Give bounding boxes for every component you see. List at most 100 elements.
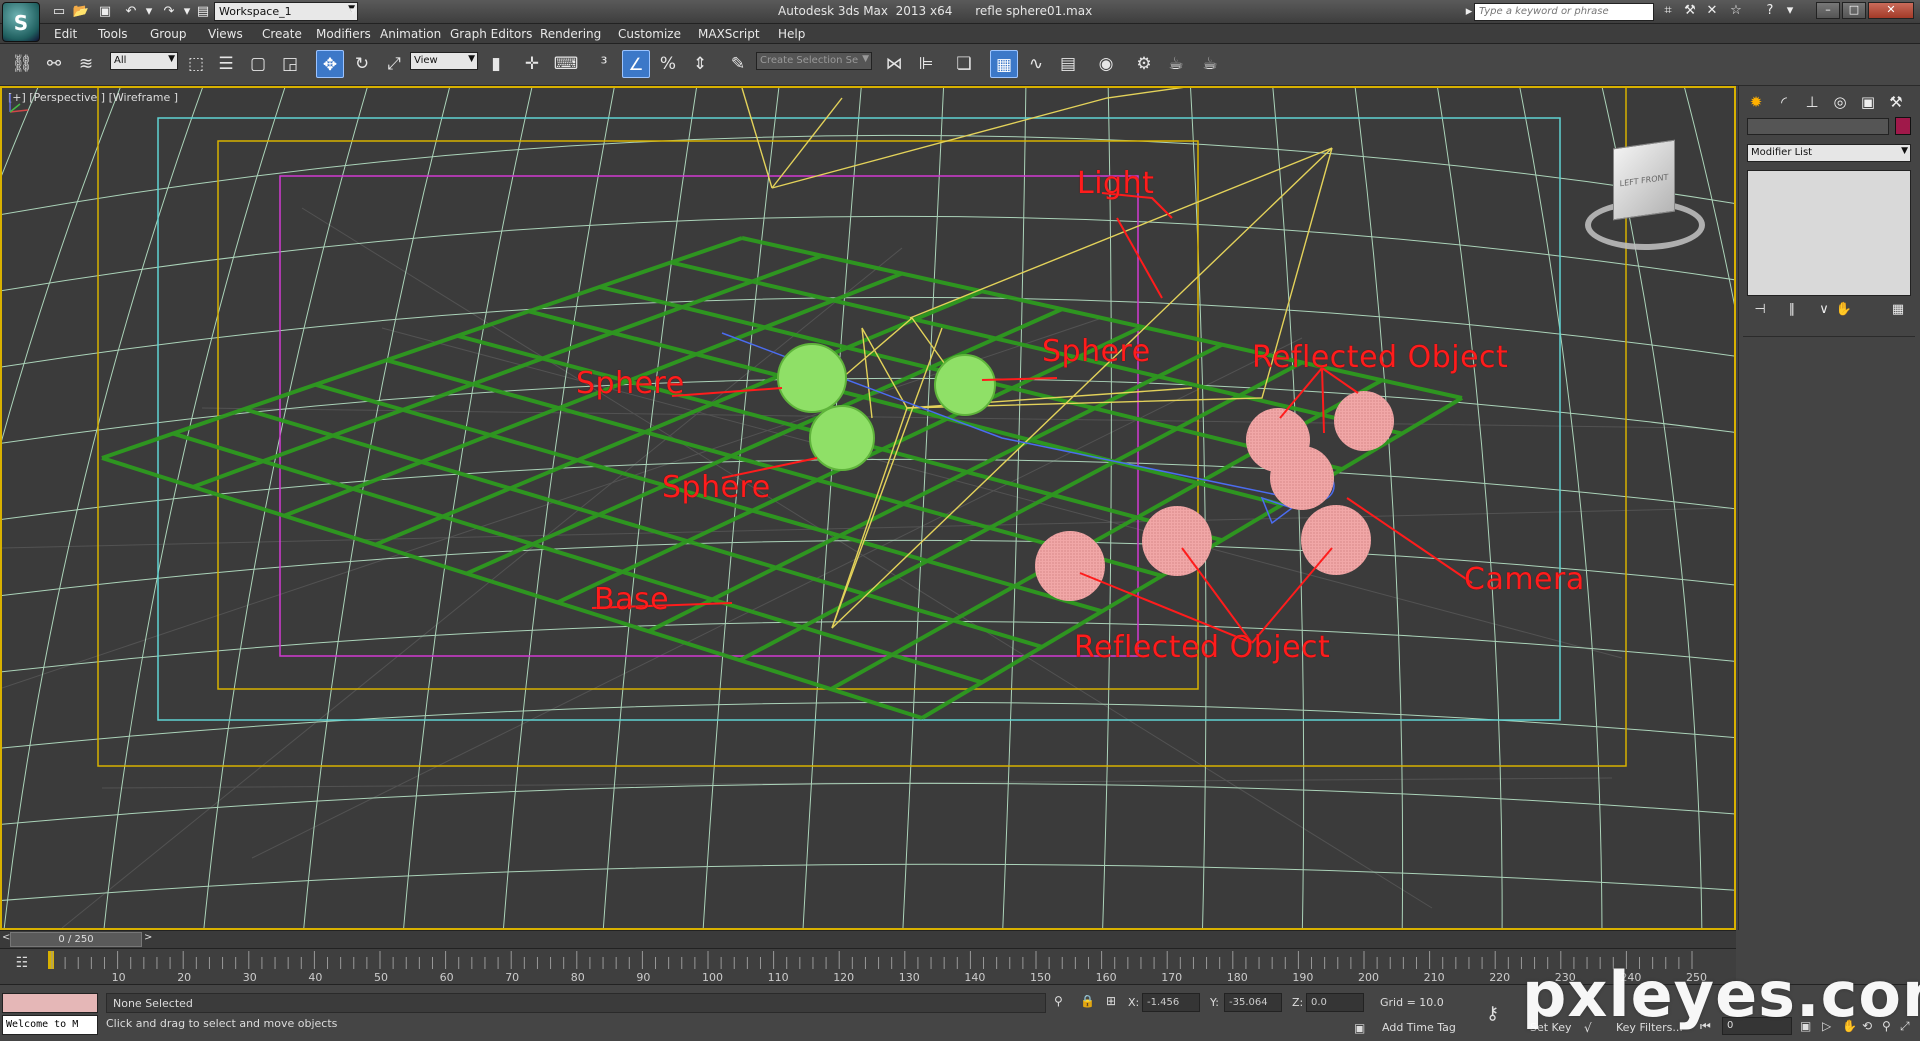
- y-coordinate-field[interactable]: -35.064: [1224, 993, 1282, 1012]
- select-object-icon[interactable]: ⬚: [182, 50, 210, 78]
- modifier-list-dropdown[interactable]: Modifier List ▼: [1747, 144, 1911, 162]
- menu-rendering[interactable]: Rendering: [540, 27, 601, 41]
- workspace-dropdown[interactable]: Workspace_1 ▼: [214, 2, 358, 21]
- undo-icon[interactable]: ↶: [122, 3, 140, 20]
- pivot-center-icon[interactable]: ▮: [482, 50, 510, 78]
- modifier-stack-list[interactable]: [1747, 170, 1911, 296]
- percent-snap-icon[interactable]: %: [654, 50, 682, 78]
- viewcube[interactable]: LEFT FRONT: [1580, 139, 1710, 254]
- project-folder-icon[interactable]: ▤: [194, 3, 212, 20]
- communication-icon[interactable]: ✕: [1702, 3, 1722, 21]
- graphite-ribbon-icon[interactable]: ▦: [990, 50, 1018, 78]
- named-selection-set-dropdown[interactable]: Create Selection Se ▼: [756, 52, 872, 70]
- perspective-viewport[interactable]: [+] [Perspective ] [Wireframe ] Light Sp…: [0, 86, 1736, 930]
- set-key-icon[interactable]: ⚷: [1486, 1003, 1499, 1024]
- mirror-icon[interactable]: ⋈: [880, 50, 908, 78]
- next-frame-arrow-icon[interactable]: >: [144, 932, 152, 943]
- schematic-view-icon[interactable]: ▤: [1054, 50, 1082, 78]
- redo-icon[interactable]: ↷: [160, 3, 178, 20]
- select-and-move-icon[interactable]: ✥: [316, 50, 344, 78]
- rectangular-selection-icon[interactable]: ▢: [244, 50, 272, 78]
- angle-snap-icon[interactable]: ∠: [622, 50, 650, 78]
- modify-tab-icon[interactable]: ◜: [1771, 90, 1797, 114]
- chevron-down-icon: ▼: [1901, 146, 1908, 156]
- menu-maxscript[interactable]: MAXScript: [698, 27, 760, 41]
- maxscript-mini-listener[interactable]: Welcome to M: [2, 1015, 98, 1035]
- unlink-icon[interactable]: ⚯: [40, 50, 68, 78]
- viewcube-box[interactable]: LEFT FRONT: [1613, 139, 1675, 221]
- maximize-button[interactable]: □: [1842, 2, 1866, 19]
- menu-views[interactable]: Views: [208, 27, 243, 41]
- save-file-icon[interactable]: ▣: [96, 3, 114, 20]
- menu-group[interactable]: Group: [150, 27, 187, 41]
- close-button[interactable]: ✕: [1868, 2, 1914, 19]
- motion-tab-icon[interactable]: ◎: [1827, 90, 1853, 114]
- favorites-star-icon[interactable]: ☆: [1726, 3, 1746, 21]
- hierarchy-tab-icon[interactable]: ⊥: [1799, 90, 1825, 114]
- render-setup-icon[interactable]: ⚙: [1130, 50, 1158, 78]
- curve-editor-icon[interactable]: ∿: [1022, 50, 1050, 78]
- search-input[interactable]: Type a keyword or phrase: [1474, 3, 1654, 21]
- utilities-tab-icon[interactable]: ⚒: [1883, 90, 1909, 114]
- z-coordinate-field[interactable]: 0.0: [1306, 993, 1364, 1012]
- absolute-mode-icon[interactable]: ⊞: [1106, 994, 1116, 1008]
- reference-coordinate-dropdown[interactable]: View ▼: [410, 52, 478, 70]
- rendered-frame-window-icon[interactable]: ☕: [1162, 50, 1190, 78]
- snaps-toggle-icon[interactable]: ³: [590, 50, 618, 78]
- render-production-icon[interactable]: ☕: [1196, 50, 1224, 78]
- help-icon[interactable]: ?: [1760, 3, 1780, 21]
- minimize-button[interactable]: –: [1816, 2, 1840, 19]
- open-file-icon[interactable]: 📂: [72, 3, 90, 20]
- new-file-icon[interactable]: ▭: [50, 3, 68, 20]
- app-logo-button[interactable]: S: [2, 2, 40, 42]
- menu-edit[interactable]: Edit: [54, 27, 77, 41]
- time-slider-thumb[interactable]: 0 / 250: [10, 932, 142, 947]
- pin-stack-icon[interactable]: ⊣: [1749, 302, 1771, 322]
- link-icon[interactable]: ⛓: [8, 50, 36, 78]
- make-unique-icon[interactable]: ∨: [1813, 302, 1835, 322]
- select-by-name-icon[interactable]: ☰: [212, 50, 240, 78]
- object-name-input[interactable]: [1747, 118, 1889, 135]
- binoculars-icon[interactable]: ⌗: [1658, 3, 1678, 21]
- subscription-icon[interactable]: ⚒: [1680, 3, 1700, 21]
- menu-create[interactable]: Create: [262, 27, 302, 41]
- create-tab-icon[interactable]: ✹: [1743, 90, 1769, 114]
- frame-tick-label: 70: [505, 971, 519, 984]
- track-bar[interactable]: ☷ 10 20 30 40 50 60 70 80 90 100 110 120 130 140 150 16…: [0, 948, 1736, 984]
- show-end-result-icon[interactable]: ∥: [1781, 302, 1803, 322]
- undo-dropdown-icon[interactable]: ▾: [140, 3, 158, 20]
- spinner-snap-icon[interactable]: ⇕: [686, 50, 714, 78]
- window-crossing-icon[interactable]: ◲: [276, 50, 304, 78]
- menu-help[interactable]: Help: [778, 27, 805, 41]
- time-slider[interactable]: < 0 / 250 >: [0, 930, 1736, 948]
- selection-lock-icon[interactable]: 🔒: [1080, 994, 1095, 1008]
- manipulate-icon[interactable]: ✛: [518, 50, 546, 78]
- object-color-swatch[interactable]: [1895, 117, 1911, 135]
- help-dropdown-icon[interactable]: ▾: [1780, 3, 1800, 21]
- quick-access-dropdown-icon[interactable]: ▾: [344, 3, 362, 20]
- layer-manager-icon[interactable]: ❏: [950, 50, 978, 78]
- add-time-tag-button[interactable]: Add Time Tag: [1382, 1021, 1456, 1034]
- menu-customize[interactable]: Customize: [618, 27, 681, 41]
- select-and-scale-icon[interactable]: ⤢: [380, 50, 408, 78]
- x-coordinate-field[interactable]: -1.456: [1142, 993, 1200, 1012]
- maxscript-listener-output[interactable]: [2, 993, 98, 1013]
- material-editor-icon[interactable]: ◉: [1092, 50, 1120, 78]
- menu-animation[interactable]: Animation: [380, 27, 441, 41]
- isolate-selection-icon[interactable]: ⚲: [1054, 994, 1063, 1008]
- configure-modifier-sets-icon[interactable]: ▦: [1887, 302, 1909, 322]
- edit-named-selection-icon[interactable]: ✎: [724, 50, 752, 78]
- display-tab-icon[interactable]: ▣: [1855, 90, 1881, 114]
- selection-filter-dropdown[interactable]: All ▼: [110, 52, 178, 70]
- menu-graph-editors[interactable]: Graph Editors: [450, 27, 532, 41]
- menu-tools[interactable]: Tools: [98, 27, 128, 41]
- remove-modifier-icon[interactable]: ✋: [1833, 302, 1855, 322]
- time-tag-icon[interactable]: ▣: [1354, 1021, 1365, 1035]
- viewport-label-menu[interactable]: [+] [Perspective ] [Wireframe ]: [8, 91, 178, 104]
- align-icon[interactable]: ⊫: [912, 50, 940, 78]
- grid-size: Grid = 10.0: [1380, 996, 1444, 1009]
- select-and-rotate-icon[interactable]: ↻: [348, 50, 376, 78]
- bind-space-warp-icon[interactable]: ≋: [72, 50, 100, 78]
- keyboard-shortcut-override-icon[interactable]: ⌨: [552, 50, 580, 78]
- menu-modifiers[interactable]: Modifiers: [316, 27, 371, 41]
